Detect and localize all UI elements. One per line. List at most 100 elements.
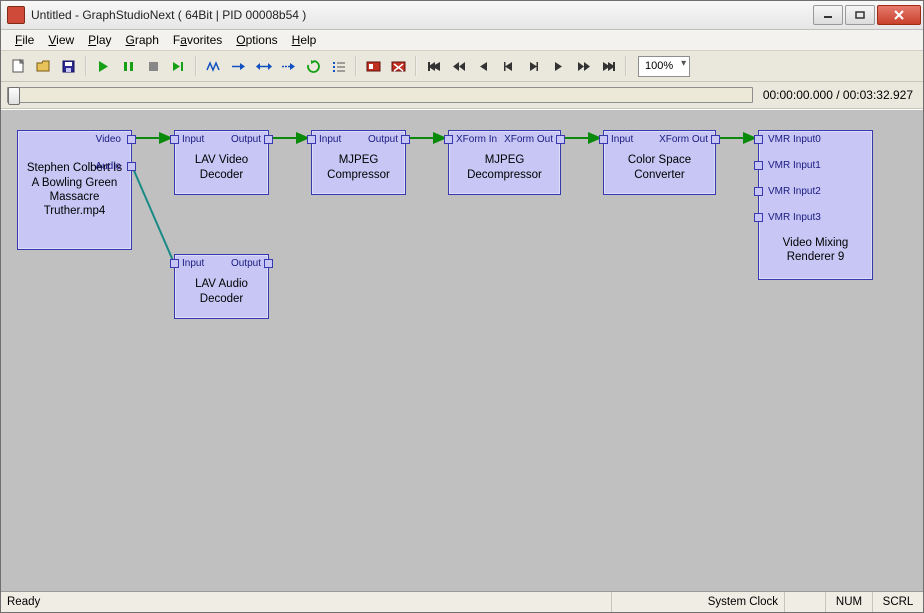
pin-nub[interactable] (754, 213, 763, 222)
pin-input[interactable]: Input (182, 134, 204, 145)
toolbar-separator (415, 56, 417, 76)
pin-nub[interactable] (754, 135, 763, 144)
time-display: 00:00:00.000 / 00:03:32.927 (759, 88, 917, 102)
pin-vmr-in2[interactable]: VMR Input2 (768, 186, 821, 197)
rewind-icon[interactable] (447, 55, 470, 78)
pin-vmr-in3[interactable]: VMR Input3 (768, 212, 821, 223)
pin-xform-in[interactable]: XForm In (456, 134, 497, 145)
graph-canvas[interactable]: Stephen Colbert Is A Bowling Green Massa… (1, 109, 923, 591)
pin-vmr-in0[interactable]: VMR Input0 (768, 134, 821, 145)
filter-vmr9[interactable]: Video Mixing Renderer 9 VMR Input0 VMR I… (758, 130, 873, 280)
menu-graph[interactable]: Graph (120, 32, 165, 48)
pin-nub[interactable] (754, 187, 763, 196)
filter-vmr9-label: Video Mixing Renderer 9 (765, 221, 866, 279)
pin-nub[interactable] (307, 135, 316, 144)
pin-video-out[interactable]: Video (96, 134, 121, 145)
window-title: Untitled - GraphStudioNext ( 64Bit | PID… (31, 8, 813, 22)
save-icon[interactable] (57, 55, 80, 78)
filter-colorspace[interactable]: Color Space Converter Input XForm Out (603, 130, 716, 195)
menu-play[interactable]: Play (82, 32, 117, 48)
status-num: NUM (826, 592, 873, 612)
refresh-icon[interactable] (302, 55, 325, 78)
filter-colorspace-label: Color Space Converter (610, 141, 709, 194)
filter-lav-audio[interactable]: LAV Audio Decoder Input Output (174, 254, 269, 319)
filter-lav-audio-label: LAV Audio Decoder (181, 265, 262, 318)
menu-favorites[interactable]: Favorites (167, 32, 228, 48)
pin-output[interactable]: Output (368, 134, 398, 145)
seek-slider[interactable] (7, 87, 753, 103)
new-icon[interactable] (7, 55, 30, 78)
filter-source[interactable]: Stephen Colbert Is A Bowling Green Massa… (17, 130, 132, 250)
pin-nub[interactable] (711, 135, 720, 144)
arrow-dots-icon[interactable] (277, 55, 300, 78)
list-icon[interactable] (327, 55, 350, 78)
pause-icon[interactable] (117, 55, 140, 78)
menu-options[interactable]: Options (230, 32, 283, 48)
pin-output[interactable]: Output (231, 258, 261, 269)
status-ready: Ready (1, 592, 612, 612)
filter-mjpeg-decompressor[interactable]: MJPEG Decompressor XForm In XForm Out (448, 130, 561, 195)
minimize-button[interactable] (813, 5, 843, 25)
pin-xform-out[interactable]: XForm Out (659, 134, 708, 145)
ffwd-icon[interactable] (572, 55, 595, 78)
time-total: 00:03:32.927 (843, 88, 913, 102)
pin-input[interactable]: Input (319, 134, 341, 145)
filter-mjpeg-decompressor-label: MJPEG Decompressor (455, 141, 554, 194)
pin-nub[interactable] (264, 135, 273, 144)
play-icon[interactable] (92, 55, 115, 78)
zoom-value: 100% (645, 60, 673, 72)
titlebar: Untitled - GraphStudioNext ( 64Bit | PID… (1, 1, 923, 30)
seek-end-icon[interactable] (597, 55, 620, 78)
pin-nub[interactable] (444, 135, 453, 144)
pin-nub[interactable] (170, 259, 179, 268)
menu-file[interactable]: File (9, 32, 40, 48)
back-icon[interactable] (472, 55, 495, 78)
close-button[interactable] (877, 5, 921, 25)
video-decoder-icon[interactable] (362, 55, 385, 78)
filter-source-label: Stephen Colbert Is A Bowling Green Massa… (24, 131, 125, 249)
toolbar-separator (85, 56, 87, 76)
menu-view[interactable]: View (42, 32, 80, 48)
pin-audio-out[interactable]: Audio (95, 161, 121, 172)
filter-lav-video-label: LAV Video Decoder (181, 141, 262, 194)
pin-input[interactable]: Input (182, 258, 204, 269)
app-icon (7, 6, 25, 24)
toolbar-separator (195, 56, 197, 76)
pin-nub[interactable] (127, 162, 136, 171)
stop-icon[interactable] (142, 55, 165, 78)
arrows-both-icon[interactable] (252, 55, 275, 78)
pin-nub[interactable] (556, 135, 565, 144)
filter-mjpeg-compressor-label: MJPEG Compressor (318, 141, 399, 194)
fwd-small-icon[interactable] (522, 55, 545, 78)
seekbar-row: 00:00:00.000 / 00:03:32.927 (1, 82, 923, 109)
pin-nub[interactable] (170, 135, 179, 144)
status-clock: System Clock (612, 592, 785, 612)
step-icon[interactable] (167, 55, 190, 78)
back-small-icon[interactable] (497, 55, 520, 78)
status-scrl: SCRL (873, 592, 923, 612)
filter-mjpeg-compressor[interactable]: MJPEG Compressor Input Output (311, 130, 406, 195)
menu-help[interactable]: Help (286, 32, 323, 48)
toolbar: 100% (1, 51, 923, 82)
pin-nub[interactable] (264, 259, 273, 268)
filter-lav-video[interactable]: LAV Video Decoder Input Output (174, 130, 269, 195)
fwd-icon[interactable] (547, 55, 570, 78)
video-cross-icon[interactable] (387, 55, 410, 78)
pin-nub[interactable] (599, 135, 608, 144)
pin-vmr-in1[interactable]: VMR Input1 (768, 160, 821, 171)
time-current: 00:00:00.000 (763, 88, 833, 102)
arrow-right-icon[interactable] (227, 55, 250, 78)
pin-output[interactable]: Output (231, 134, 261, 145)
zoom-combo[interactable]: 100% (638, 56, 690, 77)
pin-nub[interactable] (401, 135, 410, 144)
seek-start-icon[interactable] (422, 55, 445, 78)
signal-icon[interactable] (202, 55, 225, 78)
maximize-button[interactable] (845, 5, 875, 25)
pin-input[interactable]: Input (611, 134, 633, 145)
pin-xform-out[interactable]: XForm Out (504, 134, 553, 145)
seek-thumb[interactable] (8, 87, 20, 105)
open-icon[interactable] (32, 55, 55, 78)
pin-nub[interactable] (127, 135, 136, 144)
pin-nub[interactable] (754, 161, 763, 170)
menubar: File View Play Graph Favorites Options H… (1, 30, 923, 51)
